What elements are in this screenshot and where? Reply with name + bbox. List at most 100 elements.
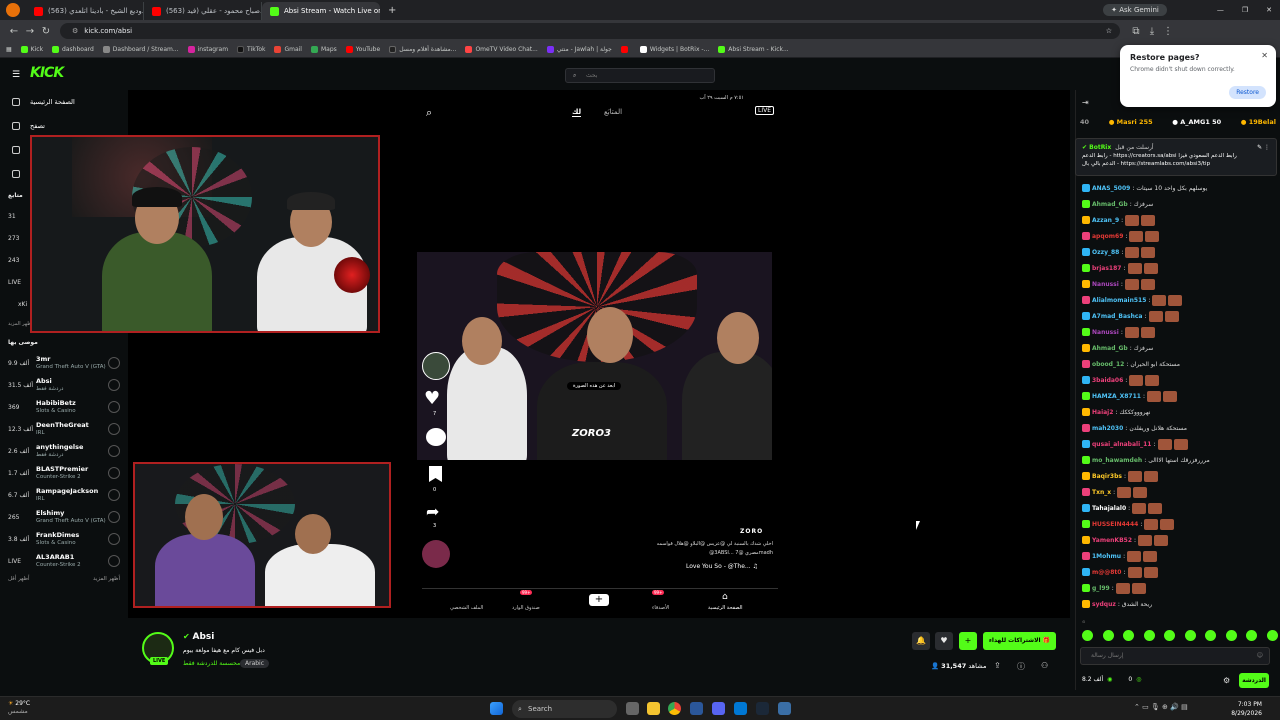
chat-message[interactable]: ANAS_5009: يوسلهم بكل واحد 10 سيتات bbox=[1076, 180, 1280, 196]
chat-username[interactable]: Ahmad_Gb bbox=[1092, 201, 1128, 208]
chat-username[interactable]: 3baida06 bbox=[1092, 377, 1123, 384]
search-input[interactable]: ⌕ بحث bbox=[565, 68, 715, 83]
tab-2[interactable]: (563) صباح محمود - عقلي (فيد...✕ bbox=[144, 2, 262, 20]
bookmark-youtube-2[interactable] bbox=[620, 46, 631, 53]
streamer-name[interactable]: ✔ Absi bbox=[183, 632, 214, 642]
chat-message[interactable]: Nanussi: bbox=[1076, 276, 1280, 292]
chat-message[interactable]: apqom69: bbox=[1076, 228, 1280, 244]
chat-username[interactable]: Nanussi bbox=[1092, 281, 1119, 288]
recommended-channel[interactable]: 265 Elshimy Grand Theft Auto V (GTA) bbox=[0, 506, 128, 528]
quick-emote-icon[interactable] bbox=[1225, 630, 1237, 641]
taskbar-search[interactable]: ⌕ Search bbox=[512, 700, 617, 718]
weather-widget[interactable]: ☀ 29°C مشمس bbox=[8, 700, 30, 716]
chat-message[interactable]: qusai_alnabali_11: bbox=[1076, 436, 1280, 452]
chat-message[interactable]: mah2030: مستحكة هلانل وريفلدن bbox=[1076, 420, 1280, 436]
discord-icon[interactable] bbox=[712, 702, 725, 715]
bookmark-gmail[interactable]: Gmail bbox=[274, 46, 302, 53]
chat-username[interactable]: Alialmomain515 bbox=[1092, 297, 1146, 304]
quick-emote-icon[interactable] bbox=[1143, 630, 1155, 641]
chat-username[interactable]: HUSSEIN4444 bbox=[1092, 521, 1138, 528]
chat-message[interactable]: Baqir3bs: bbox=[1076, 468, 1280, 484]
close-icon[interactable]: ✕ bbox=[1261, 51, 1268, 60]
notification-bell-button[interactable]: 🔔 bbox=[912, 632, 930, 650]
chat-message[interactable]: obood_12: مستحكة ابو الحيران bbox=[1076, 356, 1280, 372]
leaderboard-entry[interactable]: ● A_AMG1 50 bbox=[1172, 118, 1221, 126]
kick-logo[interactable]: KICK bbox=[30, 65, 64, 81]
chat-username[interactable]: g_l99 bbox=[1092, 585, 1110, 592]
tab-3[interactable]: Absi Stream - Watch Live on...✕ bbox=[262, 2, 380, 20]
quick-emote-icon[interactable] bbox=[1164, 630, 1176, 641]
chat-username[interactable]: Haiaj2 bbox=[1092, 409, 1113, 416]
bookmark-dashboard-stream[interactable]: Dashboard / Stream... bbox=[102, 46, 179, 53]
recommended-channel[interactable]: 369 HabibiBetz Slots & Casino bbox=[0, 396, 128, 418]
recommended-channel[interactable]: 6.7 ألف RampageJackson IRL bbox=[0, 484, 128, 506]
quick-emote-icon[interactable] bbox=[1246, 630, 1258, 641]
site-info-icon[interactable]: ⚙ bbox=[72, 27, 78, 35]
bookmark-star-icon[interactable]: ☆ bbox=[1106, 27, 1112, 35]
chat-username[interactable]: m@@8t0 bbox=[1092, 569, 1121, 576]
recommended-channel[interactable]: 2.6 ألف anythingelse دردشة فقط bbox=[0, 440, 128, 462]
recommended-channel[interactable]: 31.5 ألف Absi دردشة فقط bbox=[0, 374, 128, 396]
pinned-line-2[interactable]: الدعم بالي بال - https://streamlabs.com/… bbox=[1082, 160, 1270, 168]
chat-message[interactable]: YamenKB52: bbox=[1076, 532, 1280, 548]
chat-message[interactable]: HUSSEIN4444: bbox=[1076, 516, 1280, 532]
chat-message[interactable]: Haiaj2: نهروووكككك bbox=[1076, 404, 1280, 420]
recommended-channel[interactable]: 9.9 ألف 3mr Grand Theft Auto V (GTA) bbox=[0, 352, 128, 374]
follow-heart-button[interactable]: ♥ bbox=[935, 632, 953, 650]
recommended-channel[interactable]: 3.8 ألف FrankDimes Slots & Casino bbox=[0, 528, 128, 550]
chat-message[interactable]: 3baida06: bbox=[1076, 372, 1280, 388]
profile-icon[interactable] bbox=[6, 3, 20, 17]
chat-message[interactable]: Alialmomain515: bbox=[1076, 292, 1280, 308]
chat-send-button[interactable]: الدردشة bbox=[1239, 673, 1269, 688]
tray-icons[interactable]: ⌃ ▭ 🎙 ⊕ 🔊 ▤ bbox=[1134, 703, 1188, 711]
chat-username[interactable]: Tahajalal0 bbox=[1092, 505, 1126, 512]
chat-username[interactable]: mah2030 bbox=[1092, 425, 1123, 432]
file-explorer-icon[interactable] bbox=[647, 702, 660, 715]
chat-username[interactable]: HAMZA_X8711 bbox=[1092, 393, 1141, 400]
bookmark-absi[interactable]: Absi Stream - Kick... bbox=[718, 46, 789, 53]
quick-emote-icon[interactable] bbox=[1205, 630, 1217, 641]
chat-username[interactable]: sydquz bbox=[1092, 601, 1116, 608]
users-icon[interactable]: ⚇ bbox=[1041, 661, 1048, 670]
chat-username[interactable]: Ahmad_Gb bbox=[1092, 345, 1128, 352]
tab-1[interactable]: (563) وديع الشيخ - بادينا اتلعدي...✕ bbox=[26, 2, 144, 20]
chat-message[interactable]: g_l99: bbox=[1076, 580, 1280, 596]
chat-message[interactable]: Ahmad_Gb: سرفزك bbox=[1076, 340, 1280, 356]
quick-emote-icon[interactable] bbox=[1082, 630, 1093, 641]
minimize-button[interactable]: — bbox=[1217, 6, 1224, 14]
recommended-channel[interactable]: 12.3 ألف DeenTheGreat IRL bbox=[0, 418, 128, 440]
store-icon[interactable] bbox=[734, 702, 747, 715]
forward-icon[interactable]: → bbox=[22, 26, 38, 37]
chat-username[interactable]: Nanussi bbox=[1092, 329, 1119, 336]
sidebar-item-home[interactable]: الصفحة الرئيسية bbox=[0, 90, 128, 114]
chat-message[interactable]: Nanussi: bbox=[1076, 324, 1280, 340]
bookmark-youtube[interactable]: YouTube bbox=[345, 46, 380, 53]
extension-icon[interactable]: ⧉ bbox=[1128, 26, 1144, 37]
chat-username[interactable]: mo_hawamdeh bbox=[1092, 457, 1142, 464]
new-tab-button[interactable]: + bbox=[388, 5, 396, 16]
bookmark-kick[interactable]: Kick bbox=[20, 46, 43, 53]
steam-icon[interactable] bbox=[756, 702, 769, 715]
bookmark-dashboard[interactable]: dashboard bbox=[52, 46, 94, 53]
chat-message[interactable]: Txn_x: bbox=[1076, 484, 1280, 500]
chat-message[interactable]: brjas187: bbox=[1076, 260, 1280, 276]
chat-username[interactable]: Baqir3bs bbox=[1092, 473, 1122, 480]
quick-emote-icon[interactable] bbox=[1266, 630, 1278, 641]
url-field[interactable]: ⚙ kick.com/absi ☆ bbox=[60, 23, 1120, 39]
chat-username[interactable]: A7mad_Bashca bbox=[1092, 313, 1142, 320]
chat-username[interactable]: Azzan_9 bbox=[1092, 217, 1119, 224]
pinned-message[interactable]: ✔ BotRix أرسلت من قبل ✎ ⋮ رابط الدعم - htt… bbox=[1075, 138, 1277, 176]
share-icon[interactable]: ⇪ bbox=[994, 661, 1001, 670]
chat-input[interactable]: إرسال رسالة ☺ bbox=[1080, 647, 1270, 665]
collapse-chat-icon[interactable]: ⇥ bbox=[1082, 98, 1089, 107]
chrome-icon[interactable] bbox=[668, 702, 681, 715]
quick-emote-icon[interactable] bbox=[1123, 630, 1135, 641]
chat-settings-icon[interactable]: ⚙ bbox=[1223, 676, 1230, 685]
bookmark-tiktok[interactable]: TikTok bbox=[237, 46, 265, 53]
bookmark-maps[interactable]: Maps bbox=[310, 46, 337, 53]
bookmark-botrix[interactable]: Widgets | BotRix -... bbox=[639, 46, 709, 53]
leaderboard-entry[interactable]: ● Masri 255 bbox=[1109, 118, 1153, 126]
chat-message[interactable]: Ahmad_Gb: سرفزك bbox=[1076, 196, 1280, 212]
hamburger-icon[interactable]: ☰ bbox=[12, 70, 20, 80]
chat-message[interactable]: Tahajalal0: bbox=[1076, 500, 1280, 516]
